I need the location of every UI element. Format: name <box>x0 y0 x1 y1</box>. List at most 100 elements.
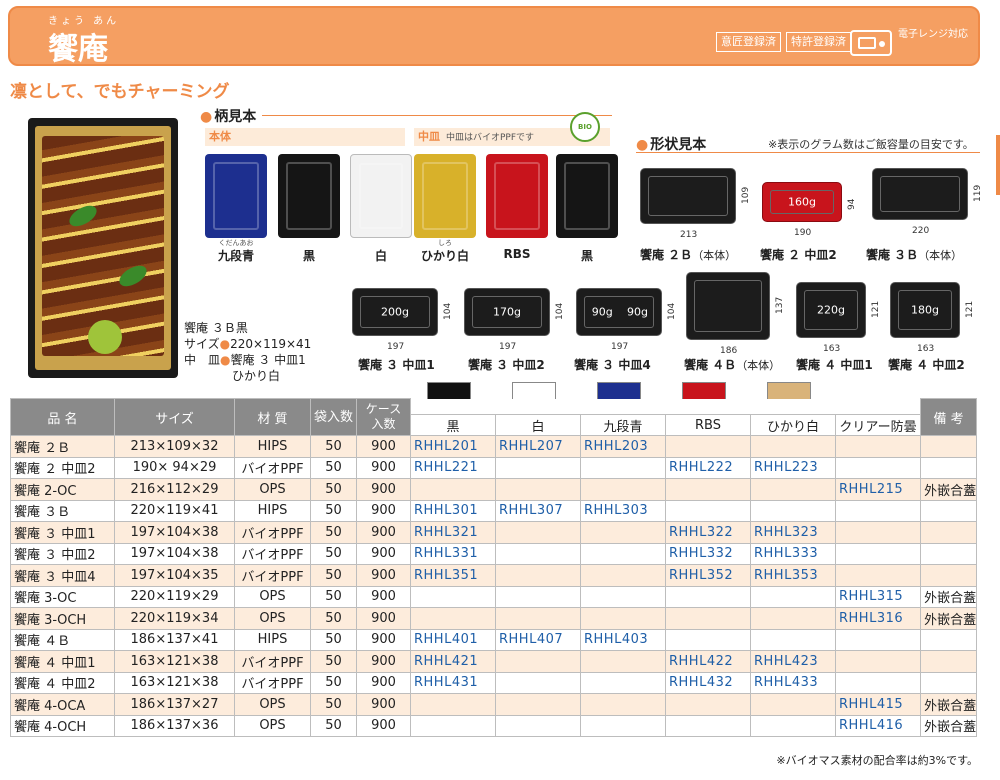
cell-code <box>750 435 836 458</box>
cell-size: 197×104×38 <box>114 521 235 544</box>
cell-code: RHHL431 <box>410 671 496 694</box>
cell-case: 900 <box>356 456 411 479</box>
cell-mat: OPS <box>234 585 311 608</box>
product-table: 品 名 サイズ 材 質 袋入数 ケース入数 備 考 黒白九段青 RBS ひかり白 クリ… <box>10 398 978 737</box>
cell-note <box>920 650 978 673</box>
cell-code: RHHL353 <box>750 564 836 587</box>
cell-code <box>665 693 751 716</box>
height-dimension: 104 <box>443 302 453 320</box>
width-dimension: 197 <box>387 342 405 352</box>
cell-name: 饗庵 ４ 中皿2 <box>10 671 115 694</box>
gram-label: 180g <box>911 303 939 317</box>
cell-bag: 50 <box>310 628 357 651</box>
product-photo <box>28 118 178 378</box>
cell-code <box>580 693 666 716</box>
cell-code: RHHL307 <box>495 499 581 522</box>
caption-size: 220×119×41 <box>230 337 312 351</box>
color-sample-label: 白 <box>346 238 416 264</box>
pattern-section-title: 柄見本 <box>200 106 256 126</box>
cell-case: 900 <box>356 542 411 565</box>
cell-code <box>410 478 496 501</box>
cell-size: 213×109×32 <box>114 435 235 458</box>
cell-code <box>495 542 581 565</box>
shape-sample <box>640 168 736 224</box>
gram-label: 170g <box>493 305 521 319</box>
col-color: 黒 <box>410 414 496 436</box>
cell-note: 外嵌合蓋 <box>920 714 978 737</box>
shape-name: 饗庵 ３Ｂ（本体） <box>866 246 962 263</box>
gram-label: 200g <box>381 305 409 319</box>
cell-note <box>920 628 978 651</box>
height-dimension: 109 <box>741 186 751 204</box>
cell-note: 外嵌合蓋 <box>920 585 978 608</box>
cell-case: 900 <box>356 628 411 651</box>
cell-code <box>750 478 836 501</box>
cell-case: 900 <box>356 435 411 458</box>
table-row: 饗庵 ３ 中皿4 197×104×35 バイオPPF 50 900 RHHL351 RHHL… <box>10 564 978 587</box>
width-dimension: 213 <box>680 230 698 240</box>
color-sample-tray <box>278 154 340 238</box>
cell-name: 饗庵 2-OC <box>10 478 115 501</box>
shape-name-text: 饗庵 ３ 中皿2 <box>468 358 545 372</box>
cell-code: RHHL315 <box>834 585 922 608</box>
height-dimension: 104 <box>555 302 565 320</box>
color-sample-ruby <box>482 238 552 247</box>
cell-code <box>495 478 581 501</box>
cell-code: RHHL407 <box>495 628 581 651</box>
col-color: ひかり白 <box>750 414 836 436</box>
cell-mat: HIPS <box>234 628 311 651</box>
shape-name-sub: （本体） <box>918 249 963 262</box>
cell-code <box>665 435 751 458</box>
cell-code: RHHL321 <box>410 521 496 544</box>
color-sample-tray <box>350 154 412 238</box>
color-sample-tray <box>486 154 548 238</box>
cell-code <box>665 478 751 501</box>
shape-sample: 220g <box>796 282 866 338</box>
color-sample-ruby <box>346 238 416 247</box>
shape-name-text: 饗庵 ２ 中皿2 <box>760 248 837 262</box>
shape-name: 饗庵 ２Ｂ（本体） <box>640 246 736 263</box>
cell-name: 饗庵 ３ 中皿1 <box>10 521 115 544</box>
gram-note: ※表示のグラム数はご飯容量の目安です。 <box>768 138 974 151</box>
cell-name: 饗庵 ４Ｂ <box>10 628 115 651</box>
cell-size: 216×112×29 <box>114 478 235 501</box>
cell-code: RHHL401 <box>410 628 496 651</box>
catch-copy: 凛として、でもチャーミング <box>10 82 230 102</box>
cell-code: RHHL223 <box>750 456 836 479</box>
cell-code <box>750 499 836 522</box>
cell-code <box>580 564 666 587</box>
shape-name: 饗庵 ４ 中皿2 <box>888 356 965 373</box>
color-sample-name: 白 <box>374 249 387 263</box>
cell-code: RHHL221 <box>410 456 496 479</box>
cell-note: 外嵌合蓋 <box>920 478 978 501</box>
shape-name-text: 饗庵 ４ 中皿2 <box>888 358 965 372</box>
cell-code: RHHL423 <box>750 650 836 673</box>
color-sample-ruby: しろ <box>438 239 452 247</box>
cell-case: 900 <box>356 499 411 522</box>
table-row: 饗庵 ２Ｂ 213×109×32 HIPS 50 900 RHHL201 RHHL207 RH… <box>10 435 978 458</box>
page-title: 饗庵 <box>48 32 108 67</box>
biomass-mark-icon: BIO <box>570 112 600 142</box>
cell-code: RHHL332 <box>665 542 751 565</box>
cell-code: RHHL351 <box>410 564 496 587</box>
cell-code: RHHL416 <box>834 714 922 737</box>
cell-bag: 50 <box>310 542 357 565</box>
caption-size-label: サイズ <box>184 337 220 351</box>
col-case: ケース入数 <box>356 398 411 436</box>
width-dimension: 163 <box>917 344 935 354</box>
cell-mat: バイオPPF <box>234 521 311 544</box>
col-notes: 備 考 <box>920 398 978 436</box>
height-dimension: 104 <box>667 302 677 320</box>
color-sample-name: 黒 <box>302 249 315 263</box>
shape-sample <box>686 272 770 340</box>
cell-size: 186×137×36 <box>114 714 235 737</box>
table-row: 饗庵 ３ 中皿1 197×104×38 バイオPPF 50 900 RHHL321 RHHL… <box>10 521 978 544</box>
table-row: 饗庵 ４ 中皿2 163×121×38 バイオPPF 50 900 RHHL431 RHHL… <box>10 671 978 694</box>
cell-bag: 50 <box>310 650 357 673</box>
table-row: 饗庵 4-OCH 186×137×36 OPS 50 900 RHHL416 外嵌合蓋 <box>10 714 978 737</box>
cell-bag: 50 <box>310 564 357 587</box>
cell-code <box>495 693 581 716</box>
width-dimension: 163 <box>823 344 841 354</box>
table-row: 饗庵 2-OC 216×112×29 OPS 50 900 RHHL215 外嵌合蓋 <box>10 478 978 501</box>
cell-mat: バイオPPF <box>234 564 311 587</box>
